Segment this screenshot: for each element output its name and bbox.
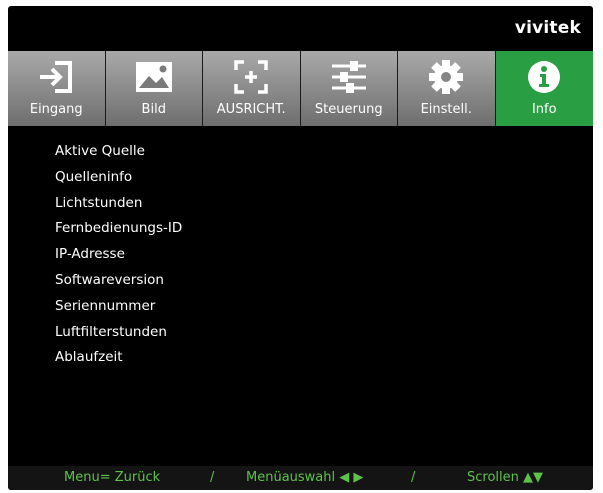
info-menu-list: Aktive Quelle Quelleninfo Lichtstunden F…	[55, 139, 182, 371]
menu-item-serial-number[interactable]: Seriennummer	[55, 294, 182, 320]
menu-item-expiry-time[interactable]: Ablaufzeit	[55, 345, 182, 371]
input-icon	[8, 59, 105, 95]
tab-steuerung[interactable]: Steuerung	[300, 51, 398, 126]
brand-logo: vivitek	[514, 18, 581, 38]
tab-bild[interactable]: Bild	[105, 51, 203, 126]
footer-separator: /	[210, 470, 215, 485]
tab-bar: Eingang Bild AUSRICHT. Steuerung Einstel…	[8, 51, 593, 126]
menu-item-source-info[interactable]: Quelleninfo	[55, 165, 182, 191]
menu-item-software-version[interactable]: Softwareversion	[55, 268, 182, 294]
menu-item-light-hours[interactable]: Lichtstunden	[55, 191, 182, 217]
tab-label: Eingang	[29, 102, 83, 117]
tab-ausricht[interactable]: AUSRICHT.	[203, 51, 301, 126]
gear-icon	[398, 59, 495, 95]
image-icon	[106, 59, 203, 95]
alignment-icon	[203, 59, 300, 95]
footer-hint-bar: Menu= Zurück / Menüauswahl ◀ ▶ / Scrolle…	[8, 466, 593, 490]
footer-scroll-hint: Scrollen ▲▼	[467, 470, 544, 485]
tab-einstell[interactable]: Einstell.	[398, 51, 496, 126]
osd-menu: vivitek Eingang Bild AUSRICHT. Steuerung…	[8, 6, 593, 490]
footer-select-hint: Menüauswahl ◀ ▶	[246, 470, 364, 485]
tab-eingang[interactable]: Eingang	[8, 51, 106, 126]
info-icon	[496, 59, 594, 95]
menu-item-ip-address[interactable]: IP-Adresse	[55, 242, 182, 268]
tab-label: Steuerung	[314, 102, 383, 117]
sliders-icon	[301, 59, 398, 95]
menu-item-remote-id[interactable]: Fernbedienungs-ID	[55, 216, 182, 242]
menu-item-active-source[interactable]: Aktive Quelle	[55, 139, 182, 165]
footer-separator: /	[411, 470, 416, 485]
tab-label: AUSRICHT.	[216, 102, 286, 117]
tab-info[interactable]: Info	[495, 51, 594, 126]
tab-label: Einstell.	[420, 102, 472, 117]
tab-label: Info	[531, 102, 557, 117]
footer-back-hint: Menu= Zurück	[64, 470, 161, 485]
info-panel: Aktive Quelle Quelleninfo Lichtstunden F…	[8, 126, 593, 458]
tab-label: Bild	[141, 102, 166, 117]
menu-item-filter-hours[interactable]: Luftfilterstunden	[55, 320, 182, 346]
